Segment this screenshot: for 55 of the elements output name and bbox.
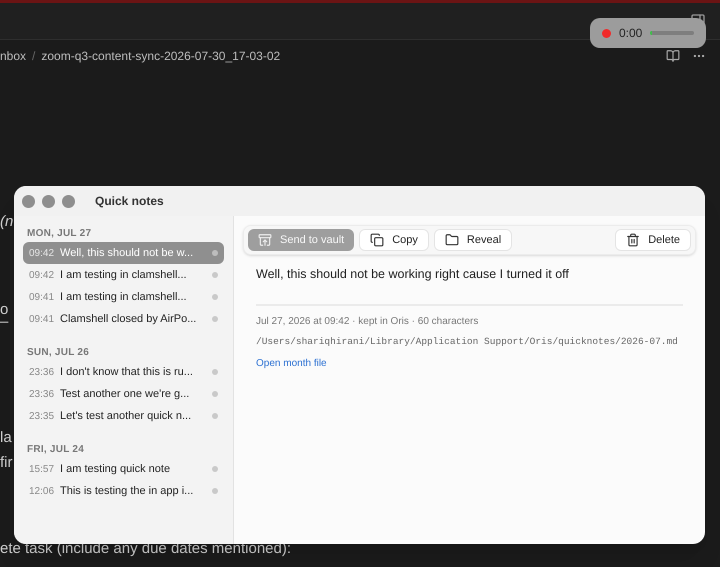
note-preview: Clamshell closed by AirPo... (60, 312, 198, 327)
recording-time: 0:00 (619, 25, 642, 42)
note-text: Well, this should not be working right cause I turned it off (256, 266, 570, 283)
body-text: (n (0, 216, 14, 228)
open-month-file-link[interactable]: Open month file (256, 356, 683, 371)
note-preview: Let's test another quick n... (60, 408, 192, 424)
window-control[interactable] (42, 194, 55, 208)
trash-icon (626, 233, 640, 247)
note-item[interactable]: 23:36 I don't know that this is ru... (23, 361, 224, 383)
date-heading: FRI, JUL 24 (26, 442, 86, 456)
window-control[interactable] (62, 194, 75, 208)
date-heading: MON, JUL 27 (26, 226, 92, 240)
body-text: la (0, 432, 12, 444)
breadcrumb-separator: / (32, 48, 36, 65)
note-item[interactable]: 12:06 This is testing the in app i... (23, 480, 224, 502)
note-item[interactable]: 23:36 Test another one we're g... (23, 383, 224, 405)
toolbar-button[interactable]: Reveal (434, 229, 512, 251)
note-time: 23:36 (29, 388, 54, 402)
toolbar-button[interactable]: Delete (615, 229, 691, 251)
note-preview: I am testing quick note (60, 462, 172, 477)
note-item[interactable]: 09:41 I am testing in clamshell... (23, 286, 224, 308)
note-time: 09:41 (29, 312, 54, 326)
note-preview: I don't know that this is ru... (60, 364, 194, 380)
note-preview: I am testing in clamshell... (60, 268, 188, 283)
note-time: 09:41 (29, 290, 54, 304)
note-time: 12:06 (29, 484, 54, 498)
date-heading: SUN, JUL 26 (26, 346, 90, 360)
window-title: Quick notes (95, 193, 164, 210)
note-item[interactable]: 15:57 I am testing quick note (23, 458, 224, 480)
body-text: fir (0, 457, 12, 469)
folder-icon (444, 233, 459, 247)
window-control[interactable] (22, 194, 35, 208)
breadcrumb-item[interactable]: nbox (0, 47, 26, 65)
note-preview: Well, this should not be w... (60, 246, 194, 261)
book-icon[interactable] (666, 49, 680, 63)
toolbar-button[interactable]: Copy (359, 229, 429, 251)
copy-icon (370, 233, 384, 247)
note-preview: Test another one we're g... (60, 386, 190, 402)
note-time: 09:42 (29, 268, 54, 282)
note-item[interactable]: 09:41 Clamshell closed by AirPo... (23, 308, 224, 330)
note-item[interactable]: 23:35 Let's test another quick n... (23, 405, 224, 427)
note-meta: Jul 27, 2026 at 09:42 · kept in Oris · 60 characters (256, 314, 480, 329)
note-preview: This is testing the in app i... (60, 484, 194, 499)
note-time: 23:36 (29, 366, 54, 380)
file-path: /Users/shariqhirani/Library/Application Support/Oris/quicknotes/2026-07.md (256, 334, 679, 349)
body-text: o (0, 304, 8, 316)
note-time: 09:42 (29, 246, 54, 260)
record-icon[interactable] (602, 28, 611, 38)
note-item[interactable]: 09:42 I am testing in clamshell... (23, 264, 224, 286)
note-time: 15:57 (29, 462, 54, 476)
tray-upload-icon (258, 233, 272, 247)
body-text: – (0, 316, 8, 328)
note-preview: I am testing in clamshell... (60, 290, 188, 305)
breadcrumb-item[interactable]: zoom-q3-content-sync-2026-07-30_17-03-02 (41, 47, 280, 65)
note-time: 23:35 (29, 410, 54, 424)
